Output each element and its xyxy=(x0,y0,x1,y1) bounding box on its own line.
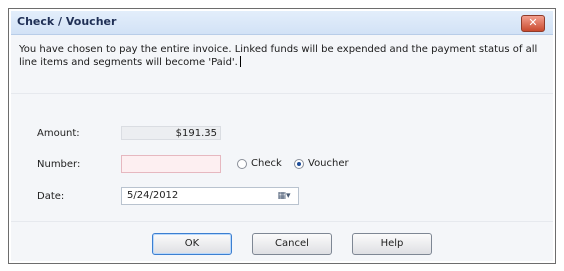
amount-value: $191.35 xyxy=(121,126,221,140)
info-message: You have chosen to pay the entire invoic… xyxy=(19,43,539,69)
check-radio[interactable] xyxy=(237,159,247,169)
check-radio-label[interactable]: Check xyxy=(251,158,282,169)
message-text: You have chosen to pay the entire invoic… xyxy=(19,44,538,68)
date-label: Date: xyxy=(37,191,65,202)
amount-label: Amount: xyxy=(37,128,80,139)
voucher-radio[interactable] xyxy=(294,159,304,169)
dialog-window: Check / Voucher ✕ You have chosen to pay… xyxy=(8,8,556,264)
close-icon: ✕ xyxy=(528,16,538,29)
number-input[interactable] xyxy=(121,155,221,173)
calendar-dropdown-icon[interactable]: ▦▾ xyxy=(272,190,296,202)
number-label: Number: xyxy=(37,159,81,170)
title-bar[interactable]: Check / Voucher ✕ xyxy=(11,11,553,35)
divider xyxy=(11,221,553,222)
voucher-radio-label[interactable]: Voucher xyxy=(308,158,349,169)
ok-button[interactable]: OK xyxy=(152,233,232,255)
date-value: 5/24/2012 xyxy=(127,190,179,201)
date-input[interactable]: 5/24/2012 ▦▾ xyxy=(121,187,299,205)
cancel-button[interactable]: Cancel xyxy=(252,233,332,255)
help-button[interactable]: Help xyxy=(352,233,432,255)
divider xyxy=(11,93,553,94)
dialog-body: You have chosen to pay the entire invoic… xyxy=(11,35,553,261)
close-button[interactable]: ✕ xyxy=(521,15,545,32)
text-caret xyxy=(239,56,241,67)
dialog-title: Check / Voucher xyxy=(17,15,117,28)
